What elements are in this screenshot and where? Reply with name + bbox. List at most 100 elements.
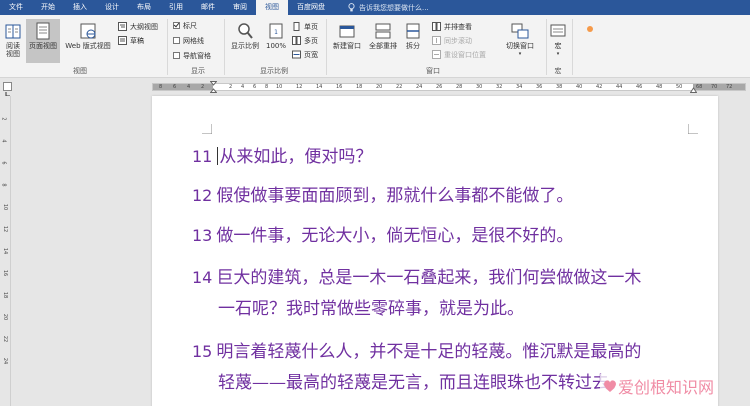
gridlines-checkbox[interactable]: 网格线 (173, 35, 204, 46)
ruler-check[interactable] (173, 22, 180, 29)
side-by-side-label: 并排查看 (444, 22, 472, 31)
ruler-tick: 6 (253, 84, 257, 90)
ruler-tick: 32 (496, 84, 503, 90)
arrange-all-label: 全部重排 (369, 42, 397, 50)
new-window-icon (339, 25, 355, 38)
nav-pane-checkbox[interactable]: 导航窗格 (173, 50, 211, 61)
tab-references[interactable]: 引用 (160, 0, 192, 15)
paragraph-13[interactable]: 13 做一件事，无论大小，倘无恒心，是很不好的。 (192, 220, 573, 252)
multi-page-button[interactable]: 多页 (292, 35, 318, 46)
sync-scroll-button[interactable]: 同步滚动 (432, 35, 472, 46)
tab-insert[interactable]: 插入 (64, 0, 96, 15)
paragraph-number: 12 (192, 186, 213, 205)
split-button[interactable]: 拆分 (402, 19, 424, 50)
ruler-tick: 2 (201, 84, 205, 90)
paragraph-12[interactable]: 12 假使做事要面面顾到，那就什么事都不能做了。 (192, 180, 573, 212)
ruler-tick: 70 (711, 84, 718, 90)
crop-mark-top-right (688, 124, 698, 134)
tab-baidu-netdisk[interactable]: 百度网盘 (288, 0, 334, 15)
tab-mailings[interactable]: 邮件 (192, 0, 224, 15)
draft-label: 草稿 (130, 36, 144, 45)
print-layout-button[interactable]: 页面视图 (26, 19, 60, 63)
sync-scroll-label: 同步滚动 (444, 36, 472, 45)
vruler-tick: 6 (0, 161, 7, 165)
switch-window-label: 切换窗口 (506, 42, 534, 50)
tab-design[interactable]: 设计 (96, 0, 128, 15)
addin-dot-icon[interactable] (586, 25, 594, 33)
right-indent-marker-icon[interactable] (690, 86, 697, 93)
draft-icon (118, 36, 127, 45)
read-mode-button[interactable]: 阅读视图 (2, 19, 24, 58)
one-page-button[interactable]: 单页 (292, 21, 318, 32)
ruler-tick: 46 (636, 84, 643, 90)
views-group-label: 视图 (73, 67, 87, 75)
reset-position-button[interactable]: 重设窗口位置 (432, 49, 486, 60)
horizontal-ruler[interactable]: 8 6 4 2 2 4 6 8 10 12 14 16 18 20 22 24 … (0, 78, 750, 97)
nav-pane-check[interactable] (173, 52, 180, 59)
page-width-button[interactable]: 页宽 (292, 49, 318, 60)
reset-position-label: 重设窗口位置 (444, 50, 486, 59)
zoom-label: 显示比例 (231, 42, 259, 50)
tell-me-text: 告诉我您想要做什么... (359, 3, 429, 12)
ruler-tick: 42 (596, 84, 603, 90)
zoom-100-button[interactable]: 1 100% (264, 19, 288, 50)
tell-me-box[interactable]: 告诉我您想要做什么... (348, 3, 429, 13)
document-page[interactable]: 11 从来如此，便对吗？ 12 假使做事要面面顾到，那就什么事都不能做了。 13 做一… (152, 96, 718, 406)
gridlines-check[interactable] (173, 37, 180, 44)
paragraph-text: 巨大的建筑，总是一木一石叠起来，我们何尝做做这一木 (216, 268, 642, 288)
ribbon-view: 阅读视图 页面视图 Web 版式视图 大纲视图 草稿 视图 标尺 网格线 导航窗… (0, 15, 750, 78)
magnifier-icon (238, 23, 253, 39)
chevron-down-icon: ▾ (556, 51, 560, 57)
new-window-button[interactable]: 新建窗口 (330, 19, 364, 50)
switch-window-icon (511, 23, 529, 39)
paragraph-14[interactable]: 14 巨大的建筑，总是一木一石叠起来，我们何尝做做这一木 一石呢？我时常做些零碎事… (192, 262, 641, 325)
gridlines-label: 网格线 (183, 36, 204, 45)
vruler-tick: 20 (2, 313, 9, 321)
watermark-logo-icon (604, 380, 616, 392)
ruler-tick: 48 (656, 84, 663, 90)
macros-label: 宏 (554, 42, 562, 50)
side-by-side-button[interactable]: 并排查看 (432, 21, 472, 32)
read-mode-icon (5, 24, 21, 39)
arrange-all-button[interactable]: 全部重排 (366, 19, 400, 50)
tab-selector-button[interactable] (3, 82, 12, 97)
zoom-button[interactable]: 显示比例 (228, 19, 262, 50)
macros-button[interactable]: 宏 ▾ (550, 19, 566, 58)
print-layout-label: 页面视图 (29, 42, 57, 50)
web-layout-button[interactable]: Web 版式视图 (62, 19, 114, 50)
tab-review[interactable]: 审阅 (224, 0, 256, 15)
web-layout-label: Web 版式视图 (65, 42, 111, 50)
ruler-tick: 50 (676, 84, 683, 90)
paragraph-11[interactable]: 11 从来如此，便对吗？ (192, 141, 372, 173)
chevron-down-icon: ▾ (518, 51, 522, 57)
vruler-tick: 22 (2, 335, 9, 343)
ruler-tick: 72 (726, 84, 733, 90)
nav-pane-label: 导航窗格 (183, 51, 211, 60)
page-width-icon (292, 50, 301, 59)
print-layout-icon (36, 22, 50, 40)
ruler-tick: 6 (173, 84, 177, 90)
tab-view[interactable]: 视图 (256, 0, 288, 15)
tab-layout[interactable]: 布局 (128, 0, 160, 15)
paragraph-15[interactable]: 15 明言着轻蔑什么人，并不是十足的轻蔑。惟沉默是最高的 轻蔑——最高的轻蔑是无言… (192, 336, 641, 399)
macros-icon (550, 24, 566, 37)
ruler-tick: 40 (576, 84, 583, 90)
tab-file[interactable]: 文件 (0, 0, 32, 15)
vruler-tick: 16 (2, 269, 9, 277)
ruler-tick: 2 (229, 84, 233, 90)
left-indent-marker-icon[interactable] (210, 81, 217, 93)
crop-mark-top-left (202, 124, 212, 134)
vertical-ruler[interactable]: 2 4 6 8 10 12 14 16 18 20 22 24 (0, 96, 11, 406)
outline-button[interactable]: 大纲视图 (118, 21, 158, 32)
svg-text:1: 1 (274, 29, 278, 36)
multi-page-label: 多页 (304, 36, 318, 45)
new-window-label: 新建窗口 (333, 42, 361, 50)
ruler-strip[interactable]: 8 6 4 2 2 4 6 8 10 12 14 16 18 20 22 24 … (152, 81, 746, 93)
draft-button[interactable]: 草稿 (118, 35, 144, 46)
window-group-label: 窗口 (426, 67, 440, 75)
tab-home[interactable]: 开始 (32, 0, 64, 15)
switch-window-button[interactable]: 切换窗口 ▾ (500, 19, 540, 58)
paragraph-number: 15 (192, 342, 213, 361)
ruler-checkbox[interactable]: 标尺 (173, 20, 197, 31)
ribbon-separator (326, 19, 327, 75)
